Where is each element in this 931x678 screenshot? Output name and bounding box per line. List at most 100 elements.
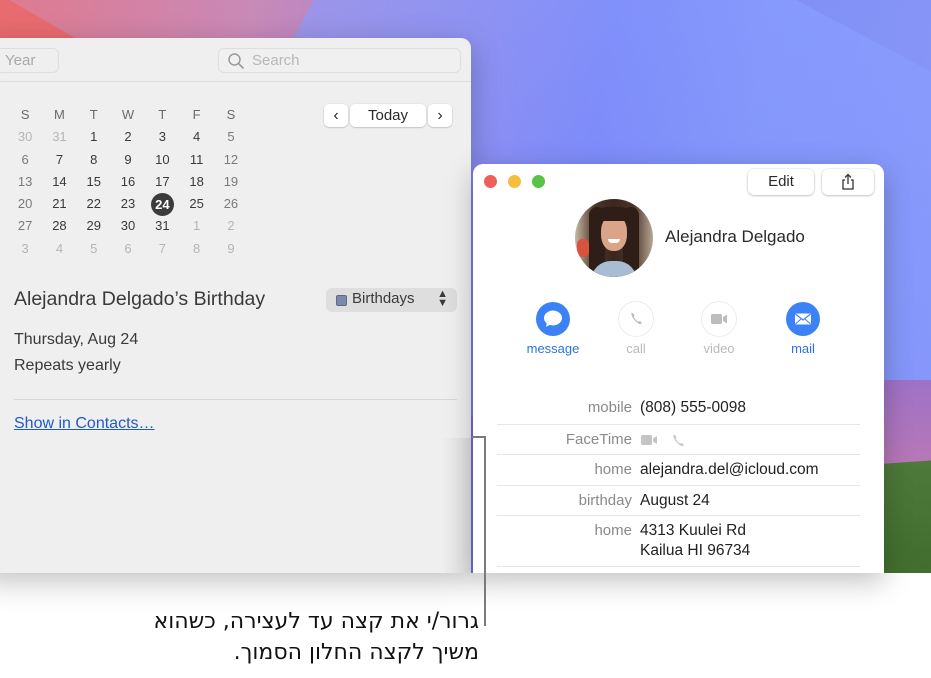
day-cell[interactable]: 18 — [179, 171, 213, 193]
view-year-button[interactable]: Year — [0, 48, 59, 73]
detail-row-mobile: mobile (808) 555-0098 — [497, 394, 860, 425]
mail-action-label: mail — [791, 341, 815, 356]
day-cell[interactable]: 26 — [214, 193, 248, 215]
day-cell[interactable]: 10 — [145, 149, 179, 171]
day-cell[interactable]: 29 — [77, 215, 111, 237]
day-cell[interactable]: 16 — [111, 171, 145, 193]
share-icon — [842, 173, 854, 190]
day-cell[interactable]: 1 — [77, 126, 111, 148]
day-number: 8 — [193, 240, 201, 256]
search-field[interactable]: Search — [218, 48, 461, 73]
day-cell[interactable]: 31 — [42, 126, 76, 148]
day-cell[interactable]: 3 — [8, 238, 42, 260]
today-button[interactable]: Today — [350, 104, 426, 127]
day-cell[interactable]: 5 — [214, 126, 248, 148]
day-cell[interactable]: 23 — [111, 193, 145, 215]
share-button[interactable] — [822, 169, 874, 195]
facetime-video-icon[interactable] — [640, 433, 660, 447]
day-cell[interactable]: 11 — [179, 149, 213, 171]
week-row: 30 31 1 2 3 4 5 — [8, 126, 248, 148]
day-cell[interactable]: 1 — [179, 215, 213, 237]
calendar-select-value: Birthdays — [352, 290, 415, 307]
day-cell[interactable]: 17 — [145, 171, 179, 193]
day-cell[interactable]: 13 — [8, 171, 42, 193]
day-cell[interactable]: 4 — [42, 238, 76, 260]
day-cell[interactable]: 7 — [145, 238, 179, 260]
detail-label: birthday — [578, 492, 632, 509]
day-cell[interactable]: 30 — [8, 126, 42, 148]
event-date: Thursday, Aug 24 — [14, 331, 139, 348]
day-number: 22 — [86, 196, 101, 212]
weekday-header: M — [54, 107, 65, 122]
calendar-select[interactable]: Birthdays ▲ ▼ — [326, 288, 457, 312]
minimize-window-button[interactable] — [508, 175, 521, 188]
day-cell[interactable]: 30 — [111, 215, 145, 237]
zoom-window-button[interactable] — [532, 175, 545, 188]
day-number: 17 — [155, 173, 170, 189]
edit-button[interactable]: Edit — [748, 169, 814, 195]
day-cell[interactable]: 6 — [111, 238, 145, 260]
day-cell-selected[interactable]: 24 — [145, 193, 179, 217]
day-number: 11 — [189, 151, 204, 167]
day-cell[interactable]: 4 — [179, 126, 213, 148]
day-cell[interactable]: 31 — [145, 215, 179, 237]
contact-card-window: Edit Alejandra Delgado message call vide… — [473, 164, 884, 573]
mail-icon — [795, 313, 811, 325]
day-cell[interactable]: 22 — [77, 193, 111, 215]
day-number: 13 — [17, 173, 33, 189]
day-cell[interactable]: 27 — [8, 215, 42, 237]
day-number: 5 — [90, 240, 98, 256]
day-cell[interactable]: 8 — [179, 238, 213, 260]
mail-action-circle — [786, 302, 820, 336]
search-icon — [228, 53, 244, 69]
day-cell[interactable]: 12 — [214, 149, 248, 171]
message-action[interactable]: message — [518, 302, 588, 356]
address-value[interactable]: 4313 Kuulei Rd Kailua HI 96734 — [640, 521, 750, 561]
day-number: 9 — [124, 151, 132, 167]
day-cell[interactable]: 21 — [42, 193, 76, 215]
call-action-circle — [619, 302, 653, 336]
day-number: 23 — [120, 196, 136, 212]
day-cell[interactable]: 3 — [145, 126, 179, 148]
day-cell[interactable]: 5 — [77, 238, 111, 260]
call-action[interactable]: call — [601, 302, 671, 356]
facetime-audio-icon[interactable] — [670, 432, 686, 448]
day-cell[interactable]: 6 — [8, 149, 42, 171]
day-cell[interactable]: 25 — [179, 193, 213, 215]
email-value[interactable]: alejandra.del@icloud.com — [640, 460, 819, 480]
close-window-button[interactable] — [484, 175, 497, 188]
day-cell[interactable]: 15 — [77, 171, 111, 193]
day-cell[interactable]: 20 — [8, 193, 42, 215]
phone-icon — [631, 312, 642, 324]
caption-line: גרור/י את קצה עד לעצירה, כשהוא — [153, 609, 480, 634]
day-cell[interactable]: 14 — [42, 171, 76, 193]
detail-row-facetime: FaceTime — [497, 425, 860, 455]
day-number: 18 — [189, 173, 204, 189]
day-cell[interactable]: 7 — [42, 149, 76, 171]
day-number: 7 — [158, 240, 166, 256]
day-number: 7 — [55, 151, 64, 167]
day-number: 1 — [193, 218, 201, 234]
next-button[interactable]: › — [428, 104, 452, 127]
day-number: 24 — [150, 193, 174, 217]
day-cell[interactable]: 2 — [111, 126, 145, 148]
day-number: 19 — [223, 173, 239, 189]
phone-number-value[interactable]: (808) 555-0098 — [640, 398, 746, 418]
message-icon — [544, 310, 562, 327]
detail-label: home — [594, 522, 632, 539]
day-cell[interactable]: 8 — [77, 149, 111, 171]
day-cell[interactable]: 2 — [214, 215, 248, 237]
show-in-contacts-link[interactable]: Show in Contacts… — [14, 415, 155, 433]
mail-action[interactable]: mail — [768, 302, 838, 356]
day-cell[interactable]: 9 — [214, 238, 248, 260]
day-cell[interactable]: 28 — [42, 215, 76, 237]
detail-row-address: home 4313 Kuulei Rd Kailua HI 96734 — [497, 516, 860, 567]
day-cell[interactable]: 9 — [111, 149, 145, 171]
day-cell[interactable]: 19 — [214, 171, 248, 193]
contact-details: mobile (808) 555-0098 FaceTime home alej… — [497, 394, 860, 567]
previous-button[interactable]: ‹ — [324, 104, 348, 127]
day-number: 6 — [124, 240, 132, 256]
day-number: 28 — [52, 218, 67, 234]
weekday-header: F — [192, 107, 201, 122]
video-action[interactable]: video — [684, 302, 754, 356]
